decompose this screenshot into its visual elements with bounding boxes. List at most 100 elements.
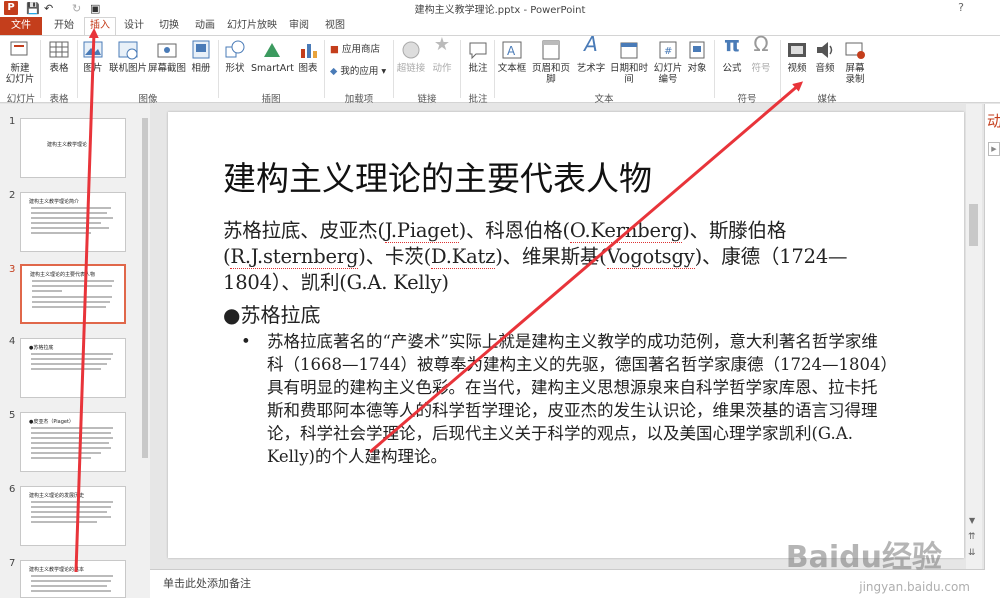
slide-thumbnail-6[interactable]: 建构主义理论的发展历史	[20, 486, 126, 546]
new-slide-button[interactable]: 新建 幻灯片	[4, 39, 36, 85]
group-separator	[780, 40, 781, 98]
svg-text:#: #	[664, 46, 672, 57]
thumb-text-line	[31, 511, 107, 513]
slide-thumbnail-5[interactable]: ●皮亚杰（Piaget）	[20, 412, 126, 472]
comment-button[interactable]: 批注	[465, 39, 491, 74]
group-separator	[324, 40, 325, 98]
online-picture-icon	[117, 39, 139, 61]
thumb-number: 6	[9, 484, 16, 495]
slide-number-button[interactable]: # 幻灯片 编号	[652, 39, 684, 85]
thumb-text-line	[31, 222, 101, 224]
thumb-text-line	[31, 442, 109, 444]
thumb-text-line	[31, 447, 111, 449]
tab-slideshow[interactable]: 幻灯片放映	[224, 17, 280, 35]
thumb-number: 1	[9, 116, 16, 127]
animation-pane: 动 ▶	[984, 104, 1000, 598]
thumb-text-line	[31, 501, 113, 503]
screenshot-button[interactable]: 屏幕截图	[148, 39, 186, 74]
next-slide-icon[interactable]: ⇊	[968, 548, 976, 558]
equation-button[interactable]: π 公式	[718, 32, 746, 74]
group-label-addins: 加载项	[344, 94, 374, 105]
tab-file[interactable]: 文件	[0, 17, 42, 35]
thumbnail-scrollbar[interactable]	[140, 104, 150, 598]
thumb-text-line	[31, 427, 113, 429]
my-apps-button[interactable]: ◆ 我的应用 ▾	[330, 66, 386, 78]
thumb-text-line	[31, 217, 113, 219]
tab-view[interactable]: 视图	[318, 17, 352, 35]
group-separator	[218, 40, 219, 98]
scroll-down-icon[interactable]: ▼	[969, 516, 975, 525]
window-title: 建构主义教学理论.pptx - PowerPoint	[414, 5, 586, 16]
slide-body[interactable]: 苏格拉底、皮亚杰(J.Piaget)、科恩伯格(O.Kernberg)、斯滕伯格…	[223, 218, 893, 468]
smartart-icon	[261, 39, 283, 61]
video-button[interactable]: 视频	[784, 39, 810, 74]
textbox-icon: A	[501, 39, 523, 61]
slide-thumbnail-3[interactable]: 建构主义理论的主要代表人物	[20, 264, 126, 324]
edit-vertical-scrollbar[interactable]: ▼ ⇈ ⇊	[966, 104, 982, 569]
smartart-button[interactable]: SmartArt	[251, 39, 294, 74]
album-icon	[190, 39, 212, 61]
slide-title[interactable]: 建构主义理论的主要代表人物	[223, 152, 652, 200]
thumb-title: ●皮亚杰（Piaget）	[29, 419, 74, 425]
screen-record-icon	[844, 39, 866, 61]
dropdown-arrow-icon: ▾	[381, 66, 387, 77]
pi-icon: π	[724, 32, 740, 56]
thumb-text-line	[31, 368, 101, 370]
action-button[interactable]: ★ 动作	[429, 36, 455, 75]
textbox-button[interactable]: A 文本框	[497, 39, 527, 74]
group-separator	[393, 40, 394, 98]
slide-canvas[interactable]: 建构主义理论的主要代表人物 苏格拉底、皮亚杰(J.Piaget)、科恩伯格(O.…	[168, 112, 964, 558]
app-store-button[interactable]: ■ 应用商店	[330, 44, 380, 56]
table-button[interactable]: 表格	[44, 39, 74, 74]
online-picture-button[interactable]: 联机图片	[108, 39, 148, 74]
bullet-dot: •	[241, 332, 251, 351]
slide-thumbnail-4[interactable]: ●苏格拉底	[20, 338, 126, 398]
video-icon	[786, 39, 808, 61]
thumb-text-line	[32, 301, 110, 303]
previous-slide-icon[interactable]: ⇈	[968, 532, 976, 542]
slide-thumbnail-pane: 1 建构主义教学理论 2 建构主义教学理论简介 3 建构主义理论的主要代表人物 …	[0, 104, 150, 598]
screen-record-button[interactable]: 屏幕 录制	[840, 39, 870, 85]
title-bar: P 💾 ↶ ↻ ▣ 建构主义教学理论.pptx - PowerPoint ?	[0, 0, 1000, 17]
new-slide-icon	[9, 39, 31, 61]
wordart-button[interactable]: A 艺术字	[576, 34, 606, 74]
group-separator	[494, 40, 495, 98]
header-footer-button[interactable]: 页眉和页脚	[528, 39, 574, 85]
object-button[interactable]: 对象	[684, 39, 710, 74]
my-apps-icon: ◆	[330, 66, 338, 77]
datetime-button[interactable]: 日期和时间	[606, 39, 652, 85]
scrollbar-thumb[interactable]	[142, 118, 148, 458]
slide-thumbnail-2[interactable]: 建构主义教学理论简介	[20, 192, 126, 252]
help-button[interactable]: ?	[958, 1, 964, 14]
album-button[interactable]: 相册	[188, 39, 214, 74]
thumb-number: 4	[9, 336, 16, 347]
thumb-title: 建构主义理论的发展历史	[29, 493, 85, 499]
pane-expand-icon[interactable]: ▶	[988, 142, 1000, 156]
group-label-tables: 表格	[49, 94, 69, 105]
thumb-number: 7	[9, 558, 16, 569]
thumb-text-line	[31, 437, 113, 439]
audio-button[interactable]: 音频	[812, 39, 838, 74]
scrollbar-thumb[interactable]	[969, 204, 978, 246]
tab-transitions[interactable]: 切换	[152, 17, 186, 35]
group-label-images: 图像	[138, 94, 158, 105]
tab-design[interactable]: 设计	[118, 17, 150, 35]
screenshot-icon	[156, 39, 178, 61]
tab-animations[interactable]: 动画	[188, 17, 222, 35]
bullet-socrates: ●苏格拉底	[223, 303, 321, 327]
shapes-button[interactable]: 形状	[222, 39, 248, 74]
thumb-title: 建构主义教学理论简介	[29, 199, 80, 205]
tab-insert[interactable]: 插入	[84, 17, 116, 35]
tab-home[interactable]: 开始	[46, 17, 82, 35]
hyperlink-button[interactable]: 超链接	[396, 39, 426, 74]
tab-review[interactable]: 审阅	[282, 17, 316, 35]
thumb-text-line	[31, 363, 107, 365]
chart-button[interactable]: 图表	[296, 39, 320, 74]
symbol-button[interactable]: Ω 符号	[748, 34, 774, 74]
picture-button[interactable]: 图片	[80, 39, 106, 74]
slide-thumbnail-1[interactable]: 建构主义教学理论	[20, 118, 126, 178]
thumb-title: 建构主义理论的主要代表人物	[30, 272, 96, 278]
group-label-illustrations: 插图	[261, 94, 281, 105]
hyperlink-icon	[400, 39, 422, 61]
slide-thumbnail-7[interactable]: 建构主义教学理论的基本	[20, 560, 126, 598]
